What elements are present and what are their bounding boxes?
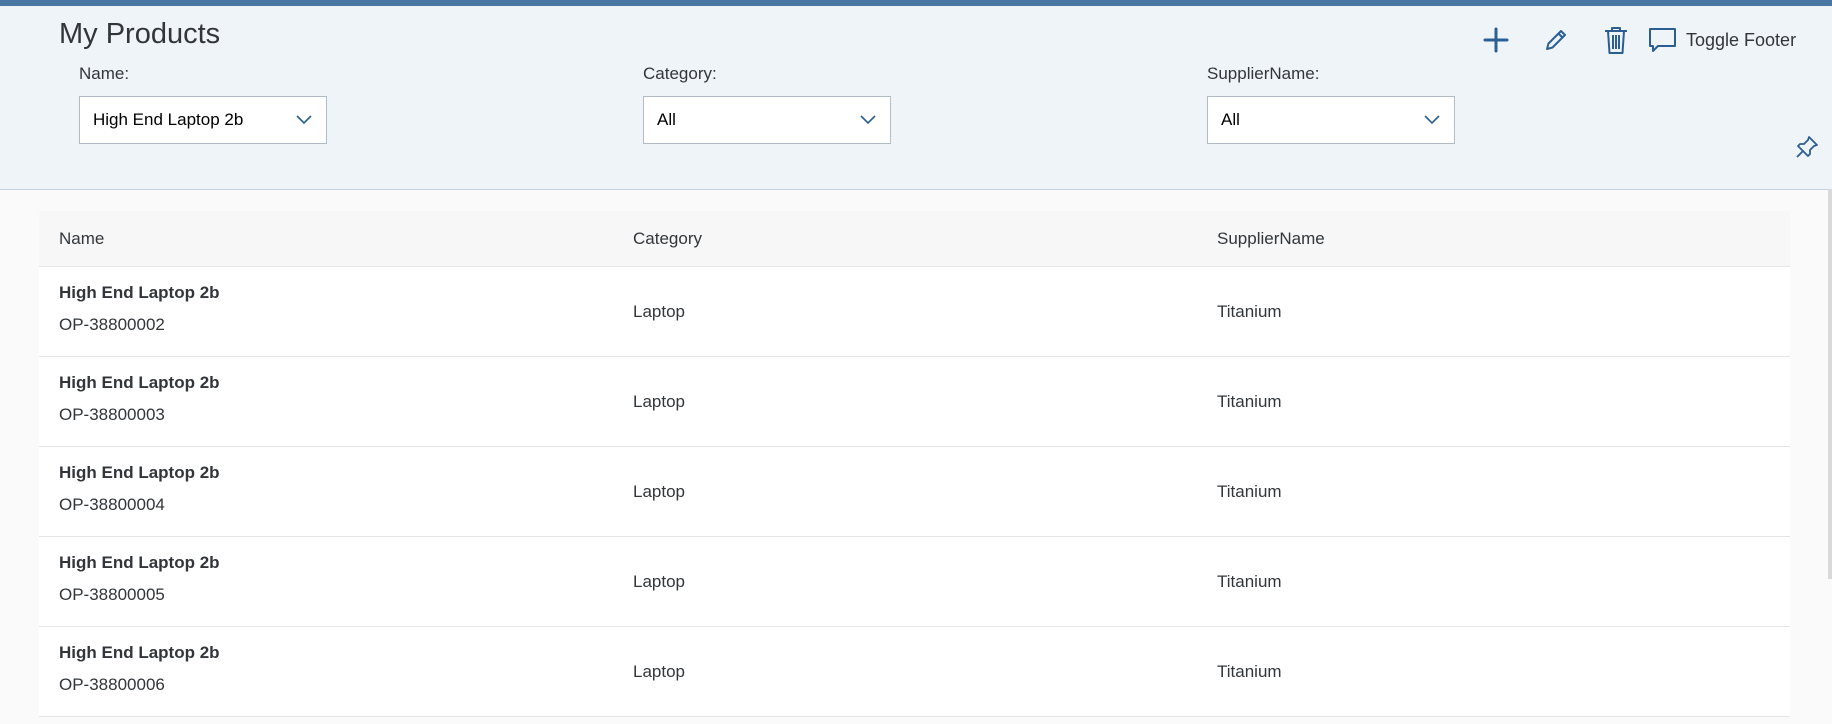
table-row[interactable]: High End Laptop 2b OP-38800002 Laptop Ti… xyxy=(39,267,1790,357)
table-header: Name Category SupplierName xyxy=(39,211,1790,267)
supplier-cell: Titanium xyxy=(1217,662,1282,681)
name-filter-value: High End Laptop 2b xyxy=(93,110,244,129)
supplier-cell: Titanium xyxy=(1217,572,1282,591)
table-row[interactable]: High End Laptop 2b OP-38800003 Laptop Ti… xyxy=(39,357,1790,447)
pin-header-button[interactable] xyxy=(1794,134,1820,165)
product-id: OP-38800003 xyxy=(59,405,165,424)
page-header: My Products Toggle Footer Name: High End… xyxy=(0,6,1832,190)
category-cell: Laptop xyxy=(633,572,685,591)
plus-icon xyxy=(1483,27,1509,53)
column-header-name[interactable]: Name xyxy=(59,229,104,249)
pencil-icon xyxy=(1546,30,1566,50)
product-name-cell: High End Laptop 2b OP-38800002 xyxy=(59,283,220,335)
product-id: OP-38800004 xyxy=(59,495,165,514)
table-row[interactable]: High End Laptop 2b OP-38800004 Laptop Ti… xyxy=(39,447,1790,537)
product-name-cell: High End Laptop 2b OP-38800004 xyxy=(59,463,220,515)
category-cell: Laptop xyxy=(633,482,685,501)
edit-button[interactable] xyxy=(1534,18,1578,62)
scrollbar[interactable] xyxy=(1828,189,1832,579)
supplier-cell: Titanium xyxy=(1217,302,1282,321)
table-row[interactable]: High End Laptop 2b OP-38800006 Laptop Ti… xyxy=(39,627,1790,717)
trash-icon xyxy=(1605,27,1627,54)
category-filter-label: Category: xyxy=(643,64,717,83)
supplier-filter-select[interactable]: All xyxy=(1207,96,1455,144)
category-cell: Laptop xyxy=(633,662,685,681)
product-name: High End Laptop 2b xyxy=(59,553,220,572)
product-name-cell: High End Laptop 2b OP-38800005 xyxy=(59,553,220,605)
category-filter-select[interactable]: All xyxy=(643,96,891,144)
product-name: High End Laptop 2b xyxy=(59,283,220,302)
category-cell: Laptop xyxy=(633,302,685,321)
toggle-footer-button[interactable]: Toggle Footer xyxy=(1648,18,1804,62)
pushpin-icon xyxy=(1796,136,1818,158)
product-id: OP-38800005 xyxy=(59,585,165,604)
supplier-filter-value: All xyxy=(1221,110,1240,129)
product-id: OP-38800002 xyxy=(59,315,165,334)
product-name: High End Laptop 2b xyxy=(59,463,220,482)
toggle-footer-label: Toggle Footer xyxy=(1686,29,1797,50)
products-table: Name Category SupplierName High End Lapt… xyxy=(39,211,1790,717)
product-name: High End Laptop 2b xyxy=(59,373,220,392)
add-button[interactable] xyxy=(1474,18,1518,62)
supplier-cell: Titanium xyxy=(1217,482,1282,501)
column-header-category[interactable]: Category xyxy=(633,229,702,249)
chevron-down-icon xyxy=(296,115,312,125)
chevron-down-icon xyxy=(1424,115,1440,125)
delete-button[interactable] xyxy=(1594,18,1638,62)
product-id: OP-38800006 xyxy=(59,675,165,694)
name-filter-select[interactable]: High End Laptop 2b xyxy=(79,96,327,144)
product-name-cell: High End Laptop 2b OP-38800006 xyxy=(59,643,220,695)
product-name: High End Laptop 2b xyxy=(59,643,220,662)
supplier-filter-label: SupplierName: xyxy=(1207,64,1320,83)
table-row[interactable]: High End Laptop 2b OP-38800005 Laptop Ti… xyxy=(39,537,1790,627)
category-filter-value: All xyxy=(657,110,676,129)
product-name-cell: High End Laptop 2b OP-38800003 xyxy=(59,373,220,425)
supplier-cell: Titanium xyxy=(1217,392,1282,411)
name-filter-label: Name: xyxy=(79,64,130,83)
chevron-down-icon xyxy=(860,115,876,125)
message-icon xyxy=(1649,28,1676,52)
page-title: My Products xyxy=(59,18,221,50)
column-header-supplier[interactable]: SupplierName xyxy=(1217,229,1325,249)
category-cell: Laptop xyxy=(633,392,685,411)
